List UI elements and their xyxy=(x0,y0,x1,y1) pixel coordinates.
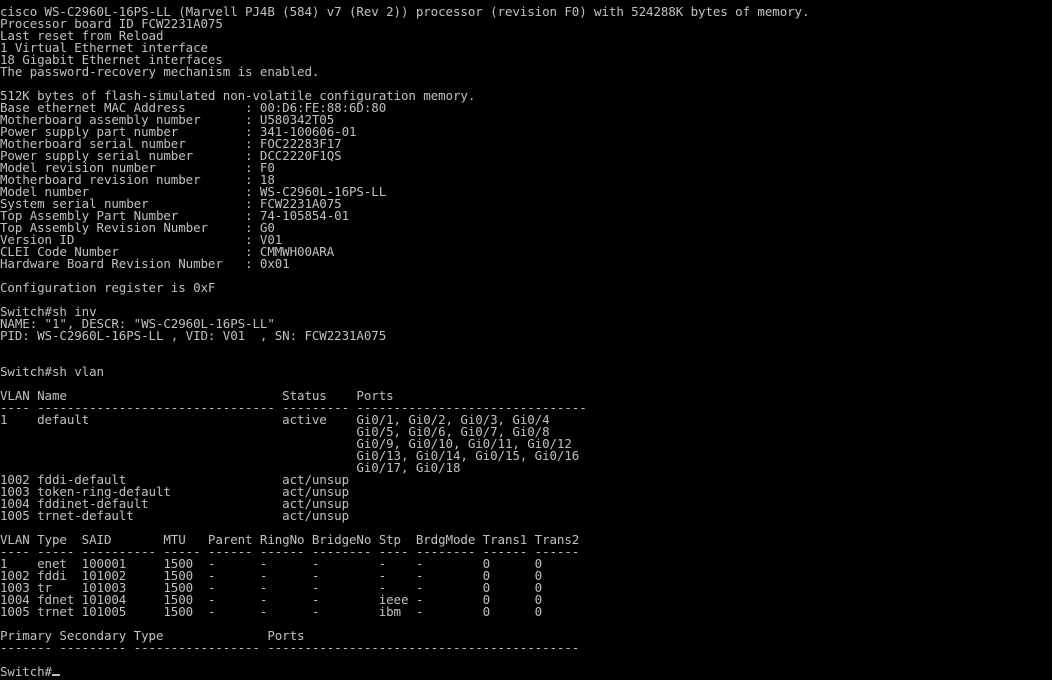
terminal-line: Configuration register is 0xF xyxy=(0,280,216,295)
terminal-line: 1005 trnet-default act/unsup xyxy=(0,508,350,523)
text-cursor xyxy=(51,674,60,676)
terminal-line: PID: WS-C2960L-16PS-LL , VID: V01 , SN: … xyxy=(0,328,387,343)
terminal-output: cisco WS-C2960L-16PS-LL (Marvell PJ4B (5… xyxy=(0,6,1052,678)
terminal-line: The password-recovery mechanism is enabl… xyxy=(0,64,320,79)
terminal-line: Hardware Board Revision Number : 0x01 xyxy=(0,256,290,271)
terminal-line: 1005 trnet 101005 1500 - - - ibm - 0 0 xyxy=(0,604,543,619)
command-prompt[interactable]: Switch# xyxy=(0,665,1052,678)
terminal-window[interactable]: cisco WS-C2960L-16PS-LL (Marvell PJ4B (5… xyxy=(0,6,1052,680)
terminal-line: Switch#sh vlan xyxy=(0,364,104,379)
terminal-line: ------- --------- ----------------- ----… xyxy=(0,640,580,655)
